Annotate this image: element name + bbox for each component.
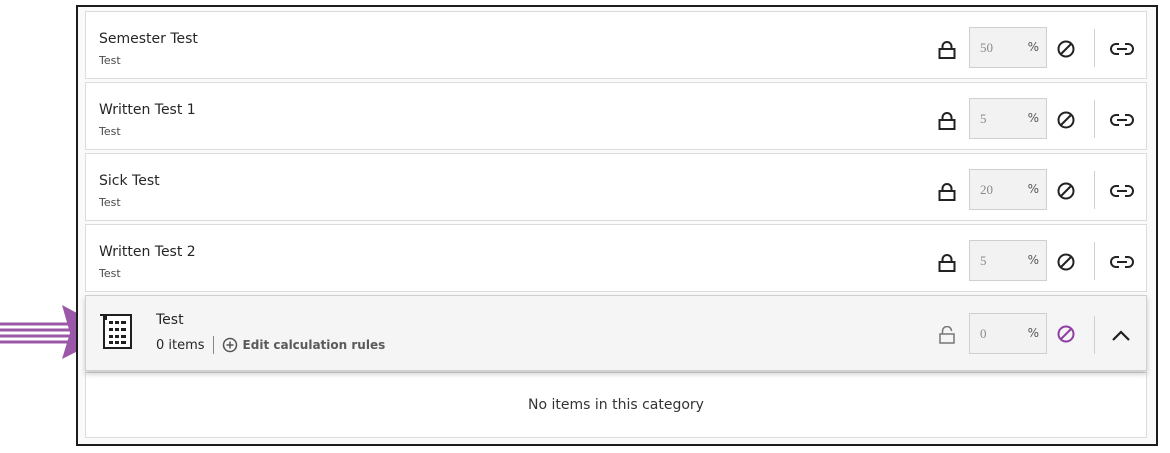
item-type: Test (99, 125, 121, 138)
unlock-icon[interactable] (938, 326, 956, 344)
item-type: Test (99, 196, 121, 209)
empty-message-text: No items in this category (528, 397, 704, 413)
item-type: Test (99, 54, 121, 67)
divider (212, 336, 214, 354)
divider (1094, 316, 1095, 354)
divider (1094, 171, 1095, 209)
divider (1094, 29, 1095, 67)
grade-item-row[interactable]: Sick Test Test 20% (85, 153, 1147, 221)
edit-calculation-rules-link[interactable]: Edit calculation rules (222, 337, 386, 353)
lock-icon[interactable] (938, 41, 956, 59)
edit-calculation-rules-label: Edit calculation rules (242, 338, 386, 352)
no-entry-icon[interactable] (1056, 39, 1076, 59)
no-entry-icon[interactable] (1056, 181, 1076, 201)
weight-input[interactable]: 5% (969, 98, 1047, 139)
weight-input[interactable]: 50% (969, 27, 1047, 68)
link-icon[interactable] (1109, 254, 1135, 270)
lock-icon[interactable] (938, 112, 956, 130)
grade-item-row[interactable]: Written Test 1 Test 5% (85, 82, 1147, 150)
category-row[interactable]: Test 0 items Edit calculation rules 0% (85, 295, 1147, 371)
divider (1094, 100, 1095, 138)
chevron-up-icon[interactable] (1110, 328, 1132, 342)
category-meta: 0 items Edit calculation rules (156, 336, 385, 354)
no-entry-icon[interactable] (1056, 252, 1076, 272)
item-title[interactable]: Semester Test (99, 31, 198, 47)
category-title[interactable]: Test (156, 312, 184, 328)
lock-icon[interactable] (938, 254, 956, 272)
weight-input[interactable]: 20% (969, 169, 1047, 210)
item-title[interactable]: Written Test 2 (99, 244, 196, 260)
no-entry-icon[interactable] (1056, 324, 1076, 344)
link-icon[interactable] (1109, 112, 1135, 128)
divider (1094, 242, 1095, 280)
link-icon[interactable] (1109, 41, 1135, 57)
lock-icon[interactable] (938, 183, 956, 201)
item-type: Test (99, 267, 121, 280)
plus-circle-icon (222, 337, 237, 353)
no-entry-icon[interactable] (1056, 110, 1076, 130)
grade-item-row[interactable]: Semester Test Test 50% (85, 11, 1147, 79)
link-icon[interactable] (1109, 183, 1135, 199)
grade-item-row[interactable]: Written Test 2 Test 5% (85, 224, 1147, 292)
item-title[interactable]: Sick Test (99, 173, 160, 189)
weight-input[interactable]: 5% (969, 240, 1047, 281)
calculator-icon (100, 314, 132, 349)
gradebook-panel: Semester Test Test 50% Written Test 1 Te… (76, 5, 1158, 446)
item-title[interactable]: Written Test 1 (99, 102, 196, 118)
empty-category-message: No items in this category (85, 372, 1147, 438)
weight-input[interactable]: 0% (969, 313, 1047, 354)
item-count: 0 items (156, 337, 205, 353)
